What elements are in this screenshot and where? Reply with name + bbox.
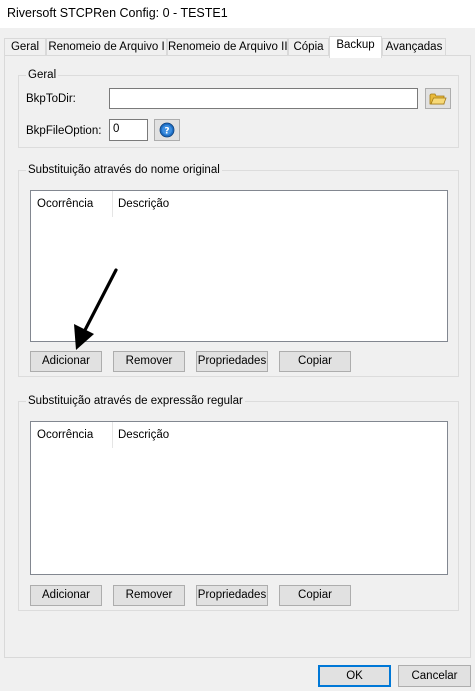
window-title: Riversoft STCPRen Config: 0 - TESTE1 [0, 0, 475, 28]
tab-renomeio-1[interactable]: Renomeio de Arquivo I [46, 38, 167, 56]
column-descricao[interactable]: Descrição [112, 191, 312, 217]
expressao-regular-group: Substituição através de expressão regula… [18, 394, 459, 611]
nome-original-properties-button[interactable]: Propriedades [196, 351, 268, 372]
column-descricao[interactable]: Descrição [112, 422, 312, 448]
column-ocorrencia[interactable]: Ocorrência [31, 191, 112, 217]
browse-folder-button[interactable] [425, 88, 451, 109]
expressao-regular-add-button[interactable]: Adicionar [30, 585, 102, 606]
list-header: Ocorrência Descrição [31, 191, 447, 217]
cancel-button[interactable]: Cancelar [398, 665, 471, 687]
nome-original-group-title: Substituição através do nome original [26, 163, 222, 177]
tab-copia[interactable]: Cópia [288, 38, 329, 56]
geral-group: Geral BkpToDir: BkpFileOption: 0 ? [18, 68, 459, 148]
backup-tab-panel: Geral BkpToDir: BkpFileOption: 0 ? Subst… [4, 55, 471, 658]
expressao-regular-copy-button[interactable]: Copiar [279, 585, 351, 606]
nome-original-remove-button[interactable]: Remover [113, 351, 185, 372]
tab-strip: Geral Renomeio de Arquivo I Renomeio de … [0, 36, 475, 58]
tab-backup[interactable]: Backup [329, 36, 382, 58]
list-header: Ocorrência Descrição [31, 422, 447, 448]
file-option-info-button[interactable]: ? [154, 119, 180, 141]
bkp-to-dir-label: BkpToDir: [26, 93, 76, 105]
expressao-regular-group-title: Substituição através de expressão regula… [26, 394, 245, 408]
folder-icon [429, 93, 447, 104]
annotation-arrow [74, 268, 118, 350]
nome-original-add-button[interactable]: Adicionar [30, 351, 102, 372]
nome-original-copy-button[interactable]: Copiar [279, 351, 351, 372]
bkp-file-option-label: BkpFileOption: [26, 125, 102, 137]
expressao-regular-properties-button[interactable]: Propriedades [196, 585, 268, 606]
tab-avancadas[interactable]: Avançadas [382, 38, 446, 56]
expressao-regular-remove-button[interactable]: Remover [113, 585, 185, 606]
tab-renomeio-2[interactable]: Renomeio de Arquivo II [167, 38, 288, 56]
tab-geral[interactable]: Geral [4, 38, 46, 56]
bkp-to-dir-input[interactable] [109, 88, 418, 109]
svg-text:?: ? [164, 127, 169, 137]
geral-group-title: Geral [26, 68, 59, 82]
column-ocorrencia[interactable]: Ocorrência [31, 422, 112, 448]
info-icon: ? [159, 122, 175, 138]
expressao-regular-list[interactable]: Ocorrência Descrição [30, 421, 448, 575]
ok-button[interactable]: OK [318, 665, 391, 687]
bkp-file-option-input[interactable]: 0 [109, 119, 148, 141]
